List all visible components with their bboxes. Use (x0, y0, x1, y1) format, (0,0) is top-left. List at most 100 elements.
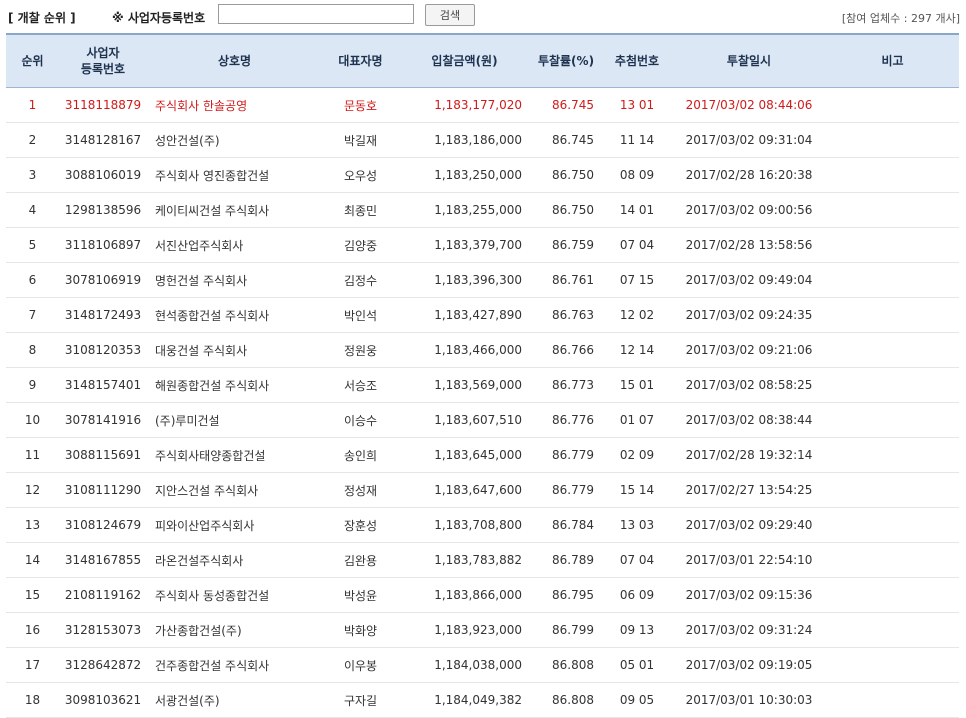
bid-time-cell: 2017/02/28 16:20:38 (672, 157, 826, 193)
company-name-cell: 성안건설(주) (147, 122, 322, 158)
note-cell (826, 472, 959, 508)
bid-rate-cell: 86.776 (530, 402, 602, 438)
business-number-cell: 3118106897 (59, 227, 147, 263)
note-cell (826, 507, 959, 543)
bid-rate-cell: 86.766 (530, 332, 602, 368)
table-row: 14 3148167855 라온건설주식회사 김완용 1,183,783,882 86.7… (6, 542, 959, 578)
table-row: 11 3088115691 주식회사태양종합건설 송인희 1,183,645,000 86… (6, 437, 959, 473)
col-rank: 순위 (6, 33, 59, 88)
business-number-cell: 3078141916 (59, 402, 147, 438)
company-name-cell: 가산종합건설(주) (147, 612, 322, 648)
col-bid-time: 투찰일시 (672, 33, 826, 88)
bid-rate-cell: 86.789 (530, 542, 602, 578)
rank-cell: 10 (6, 402, 59, 438)
bid-time-cell: 2017/03/02 09:00:56 (672, 192, 826, 228)
ceo-name-cell: 이승수 (322, 402, 399, 438)
ceo-name-cell: 박화양 (322, 612, 399, 648)
rank-cell: 14 (6, 542, 59, 578)
bid-amount-cell: 1,183,177,020 (399, 87, 530, 123)
search-button[interactable]: 검색 (425, 4, 475, 26)
bid-time-cell: 2017/03/01 10:30:03 (672, 682, 826, 718)
bid-amount-cell: 1,183,923,000 (399, 612, 530, 648)
lottery-number-cell: 07 04 (602, 542, 672, 578)
note-cell (826, 227, 959, 263)
business-number-label: ※ 사업자등록번호 (112, 11, 206, 25)
business-number-cell: 3148128167 (59, 122, 147, 158)
col-bid-amount: 입찰금액(원) (399, 33, 530, 88)
lottery-number-cell: 12 02 (602, 297, 672, 333)
business-number-cell: 3128153073 (59, 612, 147, 648)
note-cell (826, 192, 959, 228)
bid-amount-cell: 1,183,379,700 (399, 227, 530, 263)
lottery-number-cell: 07 04 (602, 227, 672, 263)
table-row: 8 3108120353 대웅건설 주식회사 정원웅 1,183,466,000 86.7… (6, 332, 959, 368)
company-name-cell: 주식회사 영진종합건설 (147, 157, 322, 193)
company-name-cell: 현석종합건설 주식회사 (147, 297, 322, 333)
company-name-cell: (주)루미건설 (147, 402, 322, 438)
company-name-cell: 대웅건설 주식회사 (147, 332, 322, 368)
lottery-number-cell: 09 05 (602, 682, 672, 718)
company-name-cell: 건주종합건설 주식회사 (147, 647, 322, 683)
bid-rate-cell: 86.761 (530, 262, 602, 298)
rank-cell: 6 (6, 262, 59, 298)
bid-rate-cell: 86.808 (530, 647, 602, 683)
business-number-cell: 3088106019 (59, 157, 147, 193)
participant-count: [참여 업체수 : 297 개사] (841, 12, 960, 25)
table-row: 13 3108124679 피와이산업주식회사 장훈성 1,183,708,800 86.… (6, 507, 959, 543)
ceo-name-cell: 서승조 (322, 367, 399, 403)
bid-time-cell: 2017/03/02 09:19:05 (672, 647, 826, 683)
bid-rate-cell: 86.773 (530, 367, 602, 403)
company-name-cell: 해원종합건설 주식회사 (147, 367, 322, 403)
lottery-number-cell: 07 15 (602, 262, 672, 298)
bid-amount-cell: 1,183,607,510 (399, 402, 530, 438)
bid-amount-cell: 1,183,427,890 (399, 297, 530, 333)
bid-time-cell: 2017/03/02 09:21:06 (672, 332, 826, 368)
col-ceo-name: 대표자명 (322, 33, 399, 88)
bid-time-cell: 2017/03/02 09:24:35 (672, 297, 826, 333)
ceo-name-cell: 김완용 (322, 542, 399, 578)
company-name-cell: 지안스건설 주식회사 (147, 472, 322, 508)
bid-amount-cell: 1,183,396,300 (399, 262, 530, 298)
bid-amount-cell: 1,183,569,000 (399, 367, 530, 403)
col-note: 비고 (826, 33, 959, 88)
ceo-name-cell: 김양중 (322, 227, 399, 263)
note-cell (826, 122, 959, 158)
business-number-cell: 3088115691 (59, 437, 147, 473)
company-name-cell: 주식회사 한솔공영 (147, 87, 322, 123)
col-bid-rate: 투찰률(%) (530, 33, 602, 88)
ceo-name-cell: 이우봉 (322, 647, 399, 683)
business-number-cell: 3128642872 (59, 647, 147, 683)
lottery-number-cell: 09 13 (602, 612, 672, 648)
note-cell (826, 157, 959, 193)
bid-time-cell: 2017/03/02 09:31:04 (672, 122, 826, 158)
bid-amount-cell: 1,183,255,000 (399, 192, 530, 228)
bid-time-cell: 2017/03/02 08:38:44 (672, 402, 826, 438)
rank-cell: 7 (6, 297, 59, 333)
note-cell (826, 297, 959, 333)
business-number-cell: 3148157401 (59, 367, 147, 403)
bid-amount-cell: 1,184,038,000 (399, 647, 530, 683)
bid-amount-cell: 1,183,466,000 (399, 332, 530, 368)
lottery-number-cell: 15 14 (602, 472, 672, 508)
company-name-cell: 라온건설주식회사 (147, 542, 322, 578)
bid-amount-cell: 1,183,708,800 (399, 507, 530, 543)
bid-rate-cell: 86.750 (530, 157, 602, 193)
table-row: 16 3128153073 가산종합건설(주) 박화양 1,183,923,000 86.… (6, 612, 959, 648)
lottery-number-cell: 02 09 (602, 437, 672, 473)
bid-rate-cell: 86.799 (530, 612, 602, 648)
lottery-number-cell: 08 09 (602, 157, 672, 193)
business-number-cell: 3098103621 (59, 682, 147, 718)
note-cell (826, 612, 959, 648)
business-number-cell: 3148167855 (59, 542, 147, 578)
business-number-cell: 1298138596 (59, 192, 147, 228)
note-cell (826, 87, 959, 123)
table-row: 9 3148157401 해원종합건설 주식회사 서승조 1,183,569,000 86… (6, 367, 959, 403)
table-row: 18 3098103621 서광건설(주) 구자길 1,184,049,382 86.80… (6, 682, 959, 718)
table-row: 6 3078106919 명헌건설 주식회사 김정수 1,183,396,300 86.7… (6, 262, 959, 298)
bid-time-cell: 2017/03/01 22:54:10 (672, 542, 826, 578)
note-cell (826, 402, 959, 438)
company-name-cell: 명헌건설 주식회사 (147, 262, 322, 298)
ceo-name-cell: 문동호 (322, 87, 399, 123)
business-number-input[interactable] (218, 4, 414, 24)
bid-amount-cell: 1,183,866,000 (399, 577, 530, 613)
